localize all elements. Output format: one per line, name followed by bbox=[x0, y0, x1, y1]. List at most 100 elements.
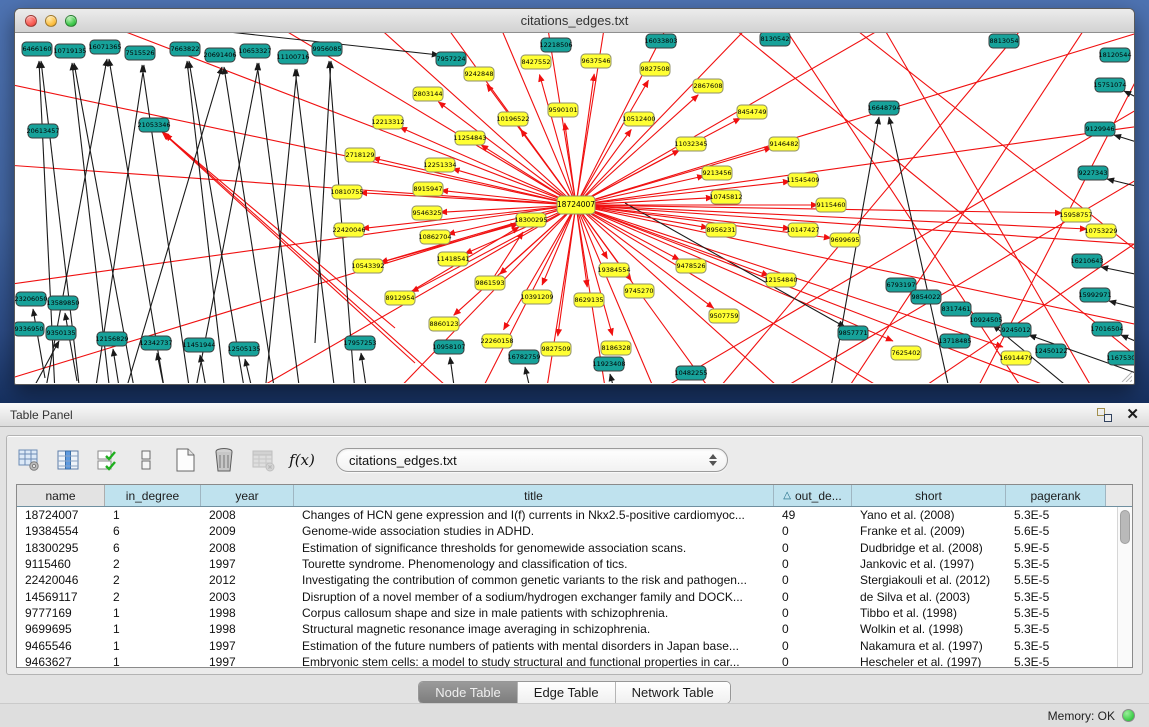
teal-node[interactable]: 10958107 bbox=[432, 340, 465, 354]
yellow-node[interactable]: 9115460 bbox=[816, 198, 846, 212]
yellow-node[interactable]: 19384554 bbox=[597, 263, 630, 277]
column-header-name[interactable]: name bbox=[17, 485, 105, 506]
table-row[interactable]: 969969511998Structural magnetic resonanc… bbox=[17, 621, 1117, 637]
yellow-node[interactable]: 9242848 bbox=[464, 67, 494, 81]
hub-node[interactable]: 18724007 bbox=[557, 196, 595, 214]
citation-network-graph[interactable]: 9637546842755292428482803144122133122718… bbox=[15, 33, 1134, 383]
column-header-in_degree[interactable]: in_degree bbox=[105, 485, 201, 506]
yellow-node[interactable]: 18300295 bbox=[514, 213, 547, 227]
teal-node[interactable]: 16648794 bbox=[867, 101, 900, 115]
teal-node[interactable]: 12450122 bbox=[1034, 344, 1067, 358]
teal-node[interactable]: 8813054 bbox=[989, 34, 1019, 48]
yellow-node[interactable]: 12213312 bbox=[371, 115, 404, 129]
teal-node[interactable]: 11100716 bbox=[276, 50, 309, 64]
yellow-node[interactable]: 16914479 bbox=[999, 351, 1032, 365]
yellow-node[interactable]: 11545409 bbox=[786, 173, 819, 187]
function-builder-icon[interactable]: f(x) bbox=[289, 447, 315, 473]
yellow-node[interactable]: 12251334 bbox=[423, 158, 456, 172]
yellow-node[interactable]: 10745812 bbox=[709, 190, 742, 204]
yellow-node[interactable]: 9637546 bbox=[581, 54, 611, 68]
teal-node[interactable]: 20691406 bbox=[203, 48, 236, 62]
teal-node[interactable]: 21053346 bbox=[137, 118, 170, 132]
teal-node[interactable]: 10482255 bbox=[674, 366, 707, 380]
network-view-window[interactable]: citations_edges.txt 96375468427552924284… bbox=[14, 8, 1135, 385]
yellow-node[interactable]: 22420046 bbox=[332, 223, 365, 237]
yellow-node[interactable]: 11254843 bbox=[453, 131, 486, 145]
show-columns-icon[interactable] bbox=[55, 447, 81, 473]
yellow-node[interactable]: 2718129 bbox=[345, 148, 375, 162]
table-row[interactable]: 946554611997Estimation of the future num… bbox=[17, 637, 1117, 653]
yellow-node[interactable]: 10753229 bbox=[1084, 224, 1117, 238]
teal-node[interactable]: 9854022 bbox=[911, 290, 941, 304]
yellow-node[interactable]: 9507759 bbox=[709, 309, 739, 323]
column-header-title[interactable]: title bbox=[294, 485, 774, 506]
yellow-node[interactable]: 10810755 bbox=[330, 185, 363, 199]
yellow-node[interactable]: 9590101 bbox=[548, 103, 578, 117]
yellow-node[interactable]: 11418541 bbox=[436, 252, 469, 266]
teal-node[interactable]: 15992971 bbox=[1078, 288, 1111, 302]
teal-node[interactable]: 9245012 bbox=[1001, 323, 1031, 337]
teal-node[interactable]: 16782759 bbox=[507, 350, 540, 364]
yellow-node[interactable]: 11032345 bbox=[674, 137, 707, 151]
scrollbar-thumb[interactable] bbox=[1120, 510, 1130, 544]
table-row[interactable]: 1938455462009Genome-wide association stu… bbox=[17, 523, 1117, 539]
yellow-node[interactable]: 9827509 bbox=[541, 342, 571, 356]
delete-table-icon[interactable] bbox=[250, 447, 276, 473]
table-row[interactable]: 946362711997Embryonic stem cells: a mode… bbox=[17, 654, 1117, 668]
teal-node[interactable]: 16033803 bbox=[644, 34, 677, 48]
table-row[interactable]: 2242004622012Investigating the contribut… bbox=[17, 572, 1117, 588]
teal-node[interactable]: 9857771 bbox=[838, 326, 868, 340]
teal-node[interactable]: 10924505 bbox=[969, 313, 1002, 327]
delete-column-icon[interactable] bbox=[211, 447, 237, 473]
column-header-short[interactable]: short bbox=[852, 485, 1006, 506]
tab-edge-table[interactable]: Edge Table bbox=[518, 682, 616, 703]
teal-node[interactable]: 6793197 bbox=[886, 278, 916, 292]
yellow-node[interactable]: 8915947 bbox=[413, 182, 443, 196]
table-row[interactable]: 1872400712008Changes of HCN gene express… bbox=[17, 507, 1117, 523]
table-row[interactable]: 977716911998Corpus callosum shape and si… bbox=[17, 605, 1117, 621]
teal-node[interactable]: 12505135 bbox=[227, 342, 260, 356]
teal-node[interactable]: 12342737 bbox=[139, 336, 172, 350]
yellow-node[interactable]: 7625402 bbox=[891, 346, 921, 360]
column-header-year[interactable]: year bbox=[201, 485, 294, 506]
teal-node[interactable]: 11675309 bbox=[1106, 351, 1134, 365]
network-canvas[interactable]: 9637546842755292428482803144122133122718… bbox=[15, 33, 1134, 384]
close-panel-icon[interactable]: ✕ bbox=[1126, 407, 1139, 422]
teal-node[interactable]: 9956085 bbox=[312, 42, 342, 56]
yellow-node[interactable]: 9699695 bbox=[830, 233, 860, 247]
yellow-node[interactable]: 2803144 bbox=[413, 87, 443, 101]
yellow-node[interactable]: 10862704 bbox=[418, 230, 451, 244]
table-row[interactable]: 1456911722003Disruption of a novel membe… bbox=[17, 588, 1117, 604]
yellow-node[interactable]: 15958757 bbox=[1059, 208, 1092, 222]
teal-node[interactable]: 11923408 bbox=[592, 357, 625, 371]
yellow-node[interactable]: 10391209 bbox=[520, 290, 553, 304]
teal-node[interactable]: 15751074 bbox=[1093, 78, 1126, 92]
yellow-node[interactable]: 9478526 bbox=[676, 259, 706, 273]
teal-node[interactable]: 12218506 bbox=[539, 38, 572, 52]
teal-node[interactable]: 17016504 bbox=[1090, 322, 1123, 336]
table-mode-icon[interactable] bbox=[16, 447, 42, 473]
yellow-node[interactable]: 8912954 bbox=[385, 291, 415, 305]
yellow-node[interactable]: 9827508 bbox=[640, 62, 670, 76]
table-vertical-scrollbar[interactable] bbox=[1117, 507, 1132, 668]
yellow-node[interactable]: 10512400 bbox=[622, 112, 655, 126]
yellow-node[interactable]: 12154840 bbox=[764, 273, 797, 287]
network-window-titlebar[interactable]: citations_edges.txt bbox=[15, 9, 1134, 33]
teal-node[interactable]: 9129946 bbox=[1085, 122, 1115, 136]
yellow-node[interactable]: 22260158 bbox=[480, 334, 513, 348]
tab-node-table[interactable]: Node Table bbox=[419, 682, 518, 703]
teal-node[interactable]: 18120544 bbox=[1098, 48, 1131, 62]
table-row[interactable]: 1830029562008Estimation of significance … bbox=[17, 540, 1117, 556]
window-resize-grip[interactable] bbox=[1118, 368, 1132, 382]
yellow-node[interactable]: 9861593 bbox=[475, 276, 505, 290]
yellow-node[interactable]: 8860123 bbox=[429, 317, 459, 331]
show-all-columns-icon[interactable] bbox=[94, 447, 120, 473]
teal-node[interactable]: 6466160 bbox=[22, 42, 52, 56]
yellow-node[interactable]: 10196522 bbox=[496, 112, 529, 126]
teal-node[interactable]: 7515526 bbox=[125, 46, 155, 60]
row-height-icon[interactable] bbox=[133, 447, 159, 473]
teal-node[interactable]: 8317461 bbox=[941, 302, 971, 316]
table-selector-combobox[interactable]: citations_edges.txt bbox=[336, 448, 728, 472]
teal-node[interactable]: 13718485 bbox=[938, 334, 971, 348]
yellow-node[interactable]: 9146482 bbox=[769, 137, 799, 151]
